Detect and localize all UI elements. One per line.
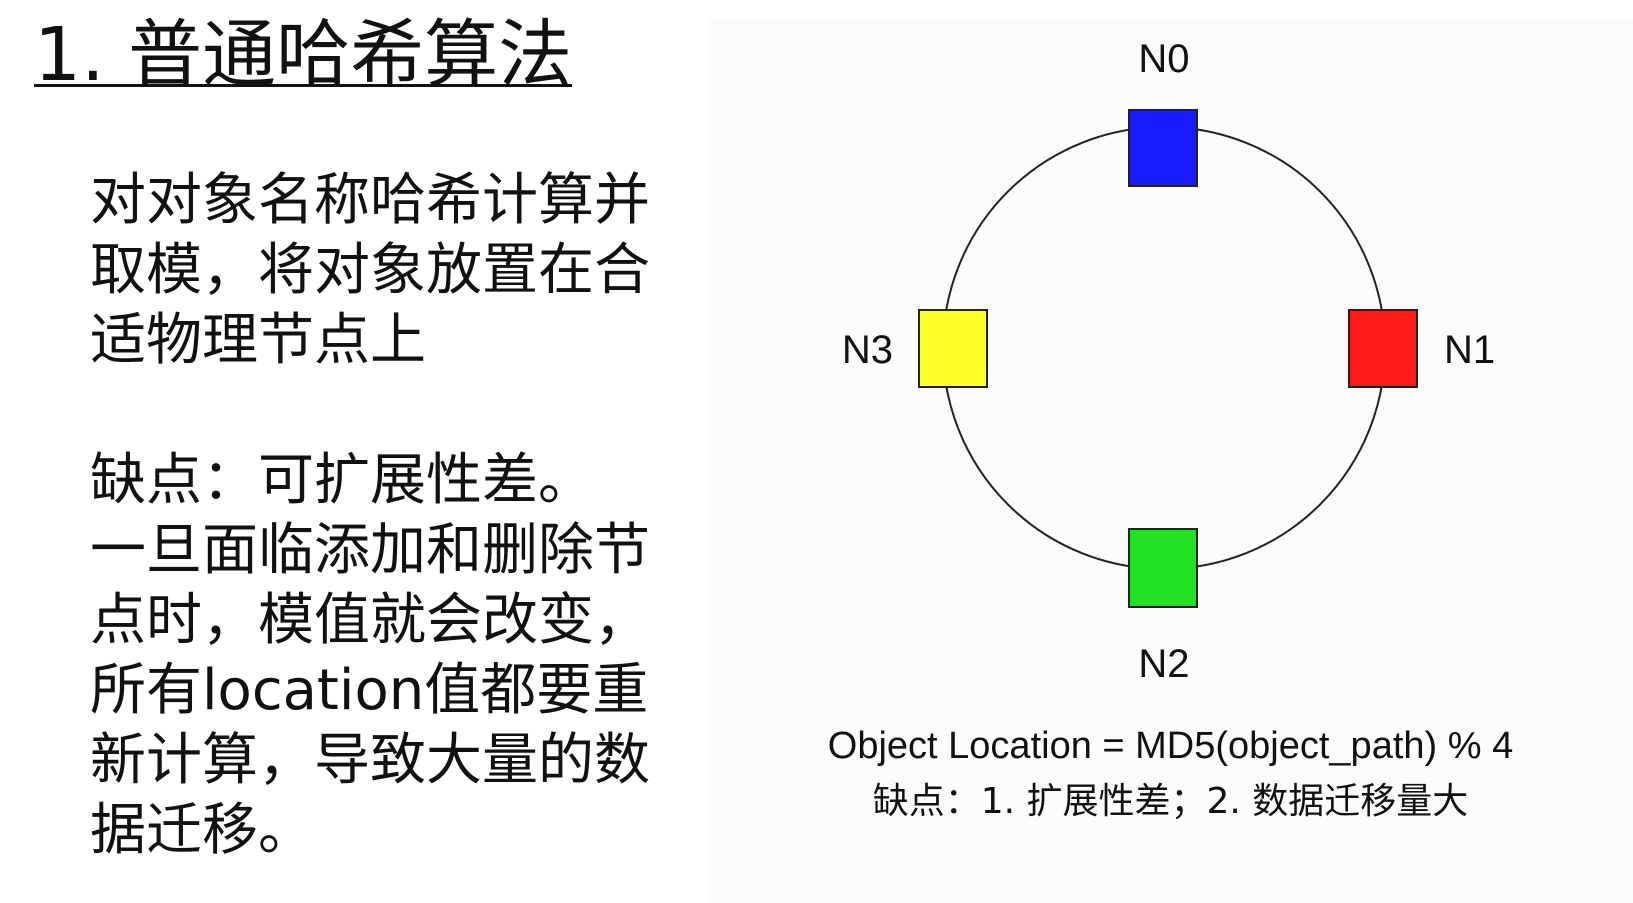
hash-ring xyxy=(942,126,1386,570)
drawback-line: 新计算，导致大量的数 xyxy=(90,728,650,793)
node-n3-label: N3 xyxy=(842,328,893,372)
node-n0-box xyxy=(1128,109,1198,187)
body-text: 对对象名称哈希计算并 取模，将对象放置在合 适物理节点上 缺点：可扩展性差。 一… xyxy=(90,166,690,866)
drawback-caption: 缺点：1. 扩展性差；2. 数据迁移量大 xyxy=(872,781,1469,822)
description-line: 取模，将对象放置在合 xyxy=(90,238,650,303)
formula-caption: Object Location = MD5(object_path) % 4 xyxy=(827,725,1514,767)
slide-title: 1. 普通哈希算法 xyxy=(34,12,573,98)
drawback-line: 据迁移。 xyxy=(90,798,314,863)
node-n2-box xyxy=(1128,528,1198,608)
drawback-line: 所有location值都要重 xyxy=(90,658,649,723)
node-n1-label: N1 xyxy=(1444,328,1495,372)
hash-ring-diagram: N0 N1 N2 N3 xyxy=(842,37,1495,686)
node-n0-label: N0 xyxy=(1138,37,1189,81)
description-line: 适物理节点上 xyxy=(90,308,426,373)
drawback-line: 点时，模值就会改变， xyxy=(90,588,650,653)
node-n1-box xyxy=(1348,309,1418,388)
drawback-line: 一旦面临添加和删除节 xyxy=(90,518,650,583)
description-line: 对对象名称哈希计算并 xyxy=(90,168,650,233)
drawback-line: 缺点：可扩展性差。 xyxy=(90,448,594,513)
diagram-panel: N0 N1 N2 N3 xyxy=(708,18,1633,903)
node-n2-label: N2 xyxy=(1138,642,1189,686)
node-n3-box xyxy=(918,309,988,388)
